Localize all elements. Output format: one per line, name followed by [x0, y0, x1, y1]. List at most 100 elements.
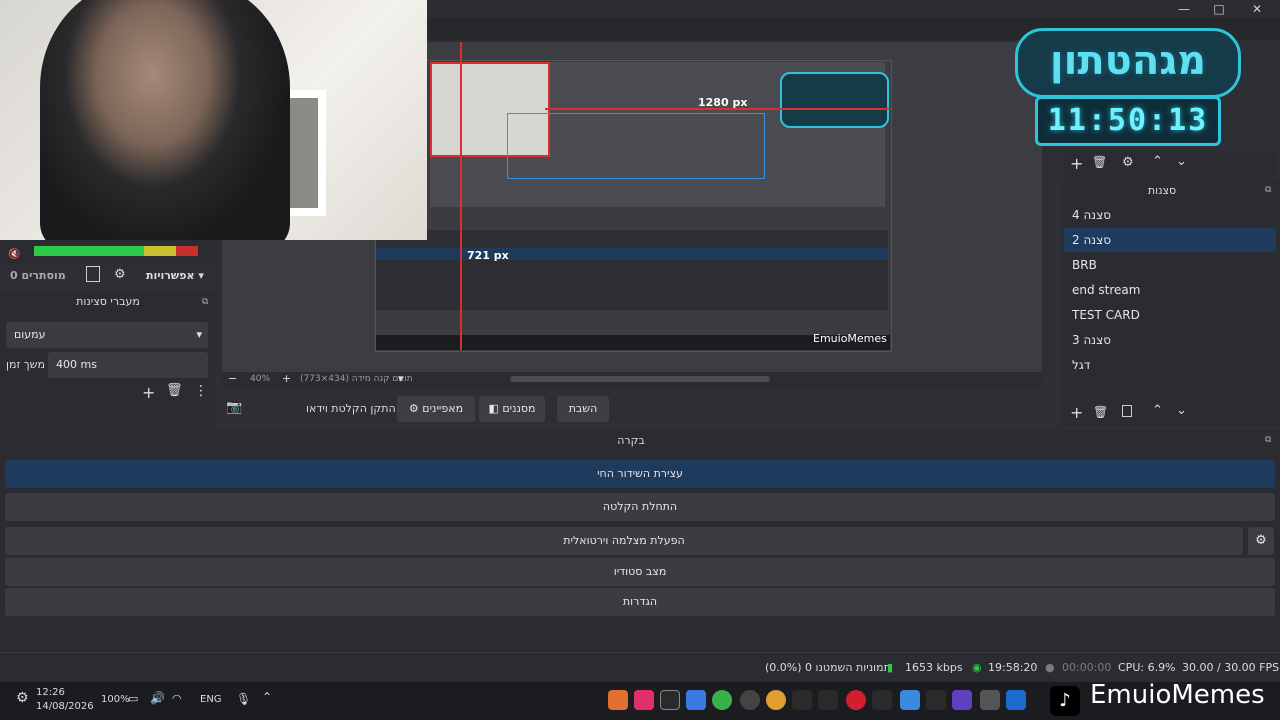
scene-item[interactable]: סצנה 2 — [1064, 228, 1276, 252]
scenes-title: סצנות — [1147, 184, 1177, 197]
volume-icon[interactable]: 🔊 — [150, 691, 165, 705]
zoom-dropdown[interactable]: ▾ — [398, 372, 404, 385]
wifi-icon[interactable]: ◠ — [172, 692, 182, 705]
chrome-icon[interactable] — [766, 690, 786, 710]
mute-icon[interactable]: 🔇 — [8, 249, 20, 260]
rec-icon: ● — [1045, 661, 1055, 674]
nested-mega-badge — [780, 72, 889, 128]
remove-source-icon[interactable]: 🗑 — [1092, 155, 1107, 169]
app-icon-13[interactable] — [926, 690, 946, 710]
camera-icon[interactable]: 📷 — [226, 400, 242, 415]
bitrate: 1653 kbps — [905, 661, 963, 674]
obs-icon[interactable] — [740, 690, 760, 710]
scene-item[interactable]: BRB — [1064, 253, 1276, 277]
more-icon[interactable]: ⋮ — [194, 383, 208, 399]
scene-item[interactable]: דגל — [1064, 353, 1276, 377]
minimize-button[interactable]: — — [1165, 0, 1203, 18]
move-up-icon[interactable]: ⌃ — [1152, 154, 1163, 169]
settings-app-icon[interactable] — [980, 690, 1000, 710]
trash-icon[interactable]: 🗑 — [166, 383, 183, 398]
duration-value: 400 ms — [56, 358, 97, 371]
zoom-out-button[interactable]: − — [228, 372, 237, 385]
source-gear-icon[interactable]: ⚙ — [1122, 155, 1134, 170]
nested-active-row — [376, 248, 888, 260]
maximize-button[interactable]: □ — [1200, 0, 1238, 18]
clock-date: 14/08/2026 — [36, 701, 94, 712]
hidden-count: מוסתרים 0 — [10, 269, 66, 282]
battery-percent: 100% — [101, 694, 130, 705]
height-label: 721 px — [467, 249, 509, 262]
duration-input[interactable]: 400 ms — [48, 352, 208, 378]
options-label: אפשרויות — [146, 269, 195, 282]
app-icon-12[interactable] — [900, 690, 920, 710]
dropped-frames: (0.0%) 0 תמוניות השמטנו — [765, 661, 891, 674]
virtual-camera-button[interactable]: הפעלת מצלמה וירטואלית — [5, 527, 1243, 555]
live-icon: ◉ — [972, 661, 982, 674]
fps-readout: 30.00 / 30.00 FPS — [1182, 661, 1280, 674]
clock-time: 12:26 — [36, 687, 65, 698]
fix-video-label: התקן הקלטת וידאו — [306, 402, 396, 415]
chevron-up-icon[interactable]: ⌃ — [262, 690, 272, 704]
language-indicator[interactable]: ENG — [200, 694, 222, 705]
scene-up-icon[interactable]: ⌃ — [1152, 403, 1163, 418]
close-button[interactable]: ✕ — [1238, 0, 1276, 18]
calculator-icon[interactable] — [686, 690, 706, 710]
meter-yellow — [144, 246, 176, 256]
webcam-source — [0, 0, 427, 240]
tiktok-icon[interactable] — [634, 690, 654, 710]
chatgpt-icon[interactable] — [660, 690, 680, 710]
duration-label: משך זמן — [6, 358, 45, 371]
size-readout: תואם קנה מידה (434×773) — [300, 374, 413, 384]
add-scene-button[interactable]: + — [1070, 403, 1083, 422]
app-icon-14[interactable] — [952, 690, 972, 710]
layout-icon[interactable] — [86, 266, 100, 282]
options-button[interactable]: אפשרויות ▾ — [146, 269, 204, 282]
pause-button[interactable]: השבת — [557, 396, 609, 422]
mic-icon[interactable]: 🎙 — [236, 692, 251, 706]
opera-icon[interactable] — [846, 690, 866, 710]
scene-item[interactable]: סצנה 4 — [1064, 203, 1276, 227]
signal-icon: ▮ — [887, 661, 894, 674]
stop-streaming-button[interactable]: עצירת השידור החי — [5, 460, 1275, 488]
properties-button[interactable]: ⚙ מאפיינים — [397, 396, 475, 422]
meter-green — [34, 246, 144, 256]
dock-float-icon[interactable]: ⧉ — [202, 297, 208, 307]
move-down-icon[interactable]: ⌄ — [1176, 154, 1187, 169]
app-icon-16[interactable] — [1006, 690, 1026, 710]
chevron-down-icon: ▾ — [196, 328, 202, 341]
remove-scene-icon[interactable]: 🗑 — [1093, 405, 1108, 419]
filter-icon[interactable] — [1122, 405, 1132, 417]
battery-icon[interactable]: ▭ — [128, 692, 138, 705]
preview-scrollbar[interactable] — [510, 376, 770, 382]
cpu-usage: CPU: 6.9% — [1118, 661, 1176, 674]
start-recording-button[interactable]: התחלת הקלטה — [5, 493, 1275, 521]
settings-button[interactable]: הגדרות — [5, 588, 1275, 616]
filters-label: מסננים — [502, 402, 536, 415]
app-icon-1[interactable] — [608, 690, 628, 710]
app-icon-11[interactable] — [872, 690, 892, 710]
status-bar: (0.0%) 0 תמוניות השמטנו ▮ 1653 kbps ◉ 19… — [0, 652, 1280, 683]
zoom-in-button[interactable]: + — [282, 372, 291, 385]
gear-icon[interactable]: ⚙ — [114, 267, 126, 282]
app-icon-8[interactable] — [792, 690, 812, 710]
scene-item[interactable]: סצנה 3 — [1064, 328, 1276, 352]
system-icon[interactable]: ⚙ — [16, 690, 29, 706]
transition-value: עמעום — [14, 328, 46, 341]
transition-select[interactable]: עמעום ▾ — [6, 322, 208, 348]
brand-watermark: EmuioMemes — [1090, 680, 1265, 710]
mega-title: מגהטתון — [1015, 28, 1241, 98]
app-icon-5[interactable] — [712, 690, 732, 710]
scene-item[interactable]: end stream — [1064, 278, 1276, 302]
filters-button[interactable]: ◧ מסננים — [479, 396, 545, 422]
scenes-float-icon[interactable]: ⧉ — [1265, 185, 1271, 195]
rec-time: 00:00:00 — [1062, 661, 1112, 674]
controls-float-icon[interactable]: ⧉ — [1265, 435, 1271, 445]
meter-red — [176, 246, 198, 256]
app-icon-9[interactable] — [818, 690, 838, 710]
scene-item[interactable]: TEST CARD — [1064, 303, 1276, 327]
add-source-button[interactable]: + — [1070, 154, 1083, 173]
scene-down-icon[interactable]: ⌄ — [1176, 403, 1187, 418]
vcam-gear-icon[interactable]: ⚙ — [1248, 527, 1274, 555]
studio-mode-button[interactable]: מצב סטודיו — [5, 558, 1275, 586]
add-transition-button[interactable]: + — [142, 383, 155, 402]
